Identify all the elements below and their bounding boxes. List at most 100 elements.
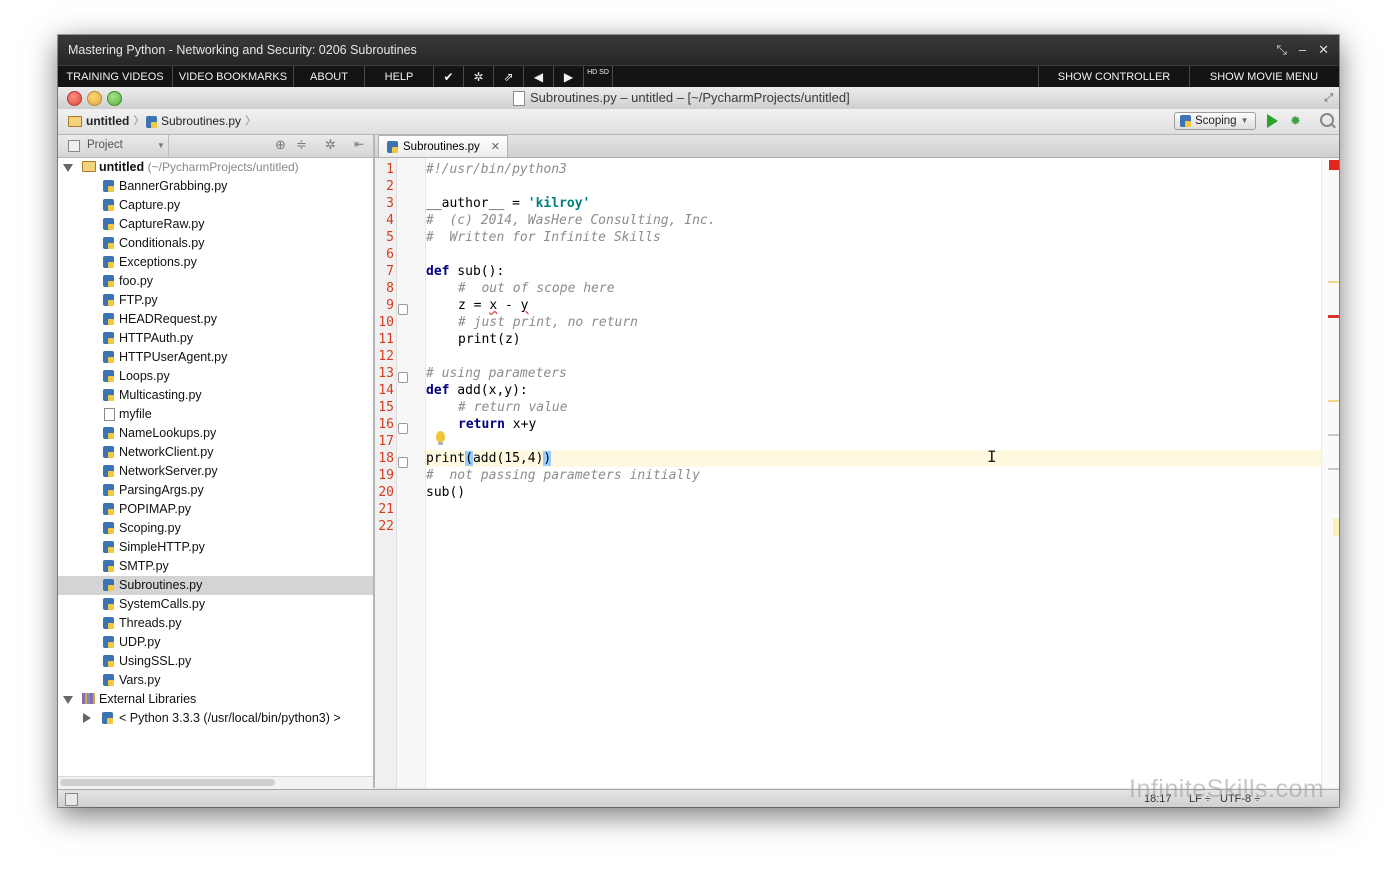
tree-file-item[interactable]: NameLookups.py (58, 424, 373, 443)
tree-file-item[interactable]: SMTP.py (58, 557, 373, 576)
project-tree-scrollbar[interactable] (58, 776, 373, 789)
tree-file-item[interactable]: HTTPAuth.py (58, 329, 373, 348)
tree-file-item[interactable]: SystemCalls.py (58, 595, 373, 614)
tree-file-label: HEADRequest.py (119, 312, 217, 326)
tree-file-item[interactable]: Multicasting.py (58, 386, 373, 405)
code-text: add(x,y): (449, 383, 528, 398)
close-icon[interactable]: ✕ (1318, 35, 1329, 65)
tab-subroutines[interactable]: Subroutines.py ✕ (378, 135, 508, 157)
tree-file-item[interactable]: Loops.py (58, 367, 373, 386)
tree-file-item[interactable]: HEADRequest.py (58, 310, 373, 329)
fold-marker-icon[interactable] (398, 372, 408, 383)
tree-file-item[interactable]: FTP.py (58, 291, 373, 310)
tree-file-item[interactable]: UsingSSL.py (58, 652, 373, 671)
settings-icon[interactable]: ✲ (325, 137, 336, 153)
warning-marker[interactable] (1328, 400, 1339, 402)
code-editor[interactable]: 1 2 3 4 5 6 7 8 9 10 11 12 13 14 15 16 17 18 19 20 21 22 #!/u… (375, 158, 1339, 788)
error-status-icon[interactable] (1329, 160, 1339, 170)
tree-file-label: NameLookups.py (119, 426, 217, 440)
tree-file-item[interactable]: Conditionals.py (58, 234, 373, 253)
zoom-window-button[interactable] (107, 91, 122, 106)
check-icon[interactable]: ✔ (434, 66, 464, 88)
tree-external-libraries[interactable]: External Libraries (58, 690, 373, 709)
chevron-down-icon[interactable]: ▼ (157, 141, 165, 150)
breadcrumb-project[interactable]: untitled 〉 (68, 109, 144, 134)
hd-icon[interactable]: HD SD (584, 66, 613, 88)
fold-marker-icon[interactable] (398, 423, 408, 434)
minimize-window-button[interactable] (87, 91, 102, 106)
collapse-all-icon[interactable]: ≑ (296, 137, 307, 153)
tree-file-item[interactable]: NetworkServer.py (58, 462, 373, 481)
external-link-icon[interactable]: ⇗ (494, 66, 524, 88)
video-bookmarks-button[interactable]: VIDEO BOOKMARKS (173, 66, 294, 88)
line-number: 5 (386, 230, 394, 245)
about-button[interactable]: ABOUT (294, 66, 365, 88)
code-area[interactable]: #!/usr/bin/python3 __author__ = 'kilroy'… (426, 158, 1321, 788)
project-view-select[interactable]: Project (87, 139, 123, 151)
breadcrumb-file-label: Subroutines.py (161, 114, 242, 128)
scrollbar-thumb[interactable] (60, 779, 275, 786)
tree-file-item[interactable]: NetworkClient.py (58, 443, 373, 462)
tree-python-sdk[interactable]: < Python 3.3.3 (/usr/local/bin/python3) … (58, 709, 373, 728)
tree-file-item[interactable]: Capture.py (58, 196, 373, 215)
tree-file-item[interactable]: Exceptions.py (58, 253, 373, 272)
close-tab-icon[interactable]: ✕ (491, 136, 500, 158)
debug-icon[interactable]: ✹ (1290, 114, 1302, 128)
training-videos-button[interactable]: TRAINING VIDEOS (58, 66, 173, 88)
tree-file-label: Threads.py (119, 616, 182, 630)
keyword: return (458, 417, 505, 432)
expand-arrow-icon[interactable] (63, 696, 73, 704)
hide-panel-icon[interactable]: ⇤ (354, 137, 364, 151)
breadcrumb-file[interactable]: Subroutines.py 〉 (146, 109, 256, 134)
tree-file-item[interactable]: HTTPUserAgent.py (58, 348, 373, 367)
close-window-button[interactable] (67, 91, 82, 106)
minimize-icon[interactable]: – (1299, 35, 1306, 65)
code-line-3: __author__ = 'kilroy' (426, 195, 1321, 212)
expand-arrow-icon[interactable] (63, 164, 73, 172)
prev-icon[interactable]: ◀ (524, 66, 554, 88)
tree-file-item[interactable]: Subroutines.py (58, 576, 373, 595)
show-controller-button[interactable]: SHOW CONTROLLER (1038, 66, 1190, 88)
collapse-arrow-icon[interactable] (83, 713, 91, 723)
tree-file-label: Capture.py (119, 198, 181, 212)
info-marker[interactable] (1328, 434, 1339, 436)
help-button[interactable]: HELP (365, 66, 434, 88)
tree-file-item[interactable]: CaptureRaw.py (58, 215, 373, 234)
tree-file-item[interactable]: SimpleHTTP.py (58, 538, 373, 557)
tree-file-item[interactable]: BannerGrabbing.py (58, 177, 373, 196)
info-marker[interactable] (1328, 468, 1339, 470)
keyword: def (426, 264, 450, 279)
gear-icon[interactable]: ✲ (464, 66, 494, 88)
tree-file-item[interactable]: Vars.py (58, 671, 373, 690)
sync-icon[interactable]: ⊕ (275, 137, 286, 153)
tree-file-item[interactable]: POPIMAP.py (58, 500, 373, 519)
line-number-gutter: 1 2 3 4 5 6 7 8 9 10 11 12 13 14 15 16 17 18 19 20 21 22 (375, 158, 397, 788)
fold-marker-icon[interactable] (398, 457, 408, 468)
error-stripe[interactable] (1321, 158, 1339, 788)
tree-file-label: POPIMAP.py (119, 502, 192, 516)
tree-file-label: Scoping.py (119, 521, 181, 535)
show-movie-menu-button[interactable]: SHOW MOVIE MENU (1189, 66, 1339, 88)
error-marker[interactable] (1328, 315, 1339, 318)
python-file-icon (103, 484, 114, 496)
tree-file-item[interactable]: foo.py (58, 272, 373, 291)
fullscreen-icon[interactable]: ⤢ (1324, 87, 1333, 109)
search-icon[interactable] (1320, 113, 1334, 127)
next-icon[interactable]: ▶ (554, 66, 584, 88)
fold-marker-icon[interactable] (398, 304, 408, 315)
warning-marker[interactable] (1328, 281, 1339, 283)
tree-file-item[interactable]: myfile (58, 405, 373, 424)
run-configuration-select[interactable]: Scoping ▼ (1174, 112, 1256, 130)
line-number: 6 (386, 247, 394, 262)
tree-root-untitled[interactable]: untitled (~/PycharmProjects/untitled) (58, 158, 373, 177)
tree-file-item[interactable]: Threads.py (58, 614, 373, 633)
run-icon[interactable] (1267, 114, 1278, 128)
python-file-icon (103, 522, 114, 534)
tree-file-item[interactable]: ParsingArgs.py (58, 481, 373, 500)
code-text: sub() (426, 485, 466, 500)
resize-icon[interactable]: ⤡ (1276, 35, 1286, 65)
tree-file-item[interactable]: UDP.py (58, 633, 373, 652)
tool-windows-icon[interactable] (65, 793, 78, 806)
tree-file-item[interactable]: Scoping.py (58, 519, 373, 538)
comment: # (c) 2014, WasHere Consulting, Inc. (426, 213, 716, 228)
